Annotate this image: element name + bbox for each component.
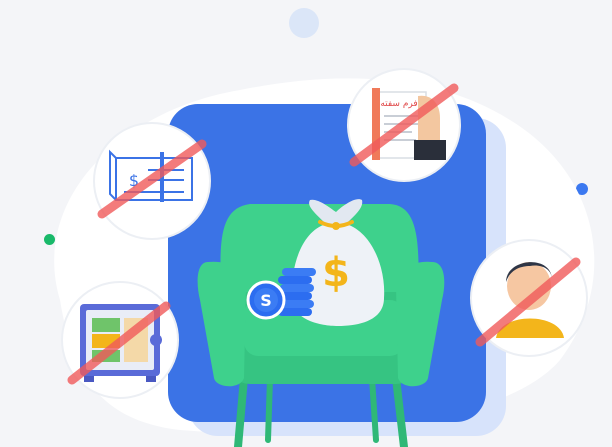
bag-dollar-sign: $ xyxy=(322,250,350,296)
guarantor-badge xyxy=(470,239,588,357)
safe-badge xyxy=(61,281,179,399)
cheque-badge: $ xyxy=(93,122,211,240)
promissory-note-badge: فرم سفته xyxy=(347,68,461,182)
illustration: $ S $ فرم سفته xyxy=(0,0,612,447)
coin-letter: S xyxy=(260,291,272,310)
scene-svg: $ S $ فرم سفته xyxy=(54,68,595,447)
note-title: فرم سفته xyxy=(380,99,417,109)
